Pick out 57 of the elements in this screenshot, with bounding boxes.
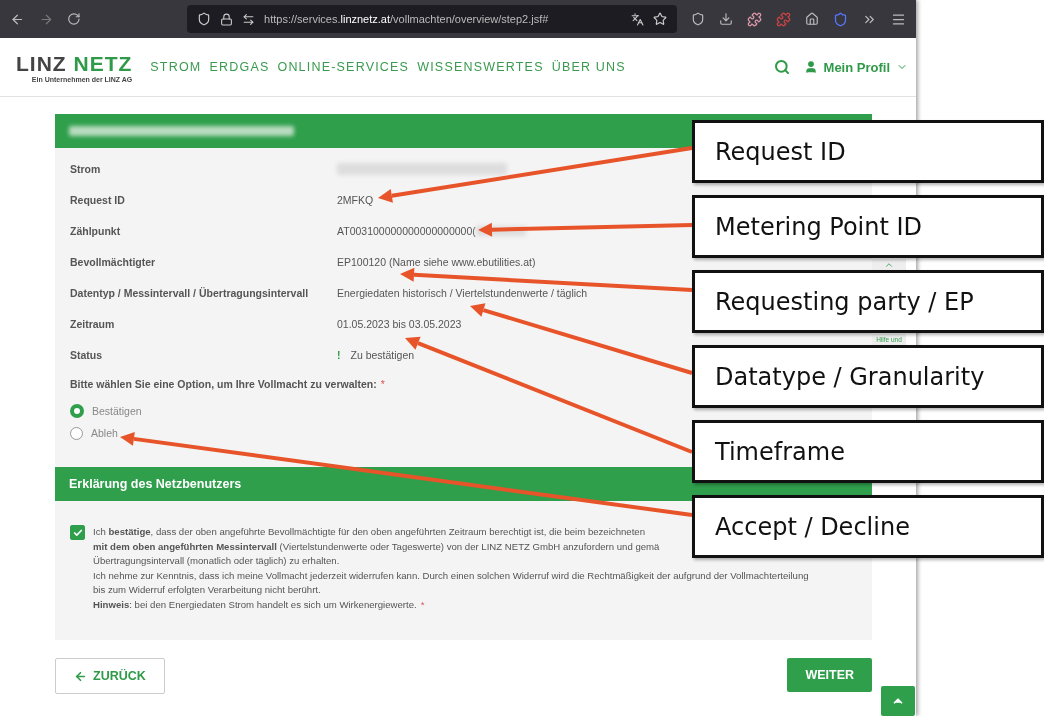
- nav-link[interactable]: ÜBER UNS: [551, 60, 626, 74]
- lock-icon: [220, 12, 234, 26]
- check-icon: [72, 527, 83, 538]
- permissions-icon: [242, 12, 256, 26]
- callout-label: Datatype / Granularity: [692, 345, 1044, 408]
- menu-icon[interactable]: [891, 11, 906, 27]
- row-label: Bevollmächtigter: [70, 255, 157, 268]
- radio-button[interactable]: [70, 426, 83, 440]
- callout-label: Timeframe: [692, 420, 1044, 483]
- url-text: https://services.linznetz.at/vollmachten/overview/step2.jsf#: [264, 13, 550, 25]
- checkbox[interactable]: [70, 525, 85, 540]
- reload-icon[interactable]: [67, 12, 82, 26]
- row-value: AT003100000000000000000(: [337, 224, 476, 237]
- nav-link[interactable]: ONLINE-SERVICES: [277, 60, 410, 74]
- declaration-text: Ich nehme zur Kenntnis, dass ich meine Vollmacht jederzeit widerrufen kann. Durch einen solchen Widerruf wird die Rechtmäßigkeit der aufgrund der Vollmachterteilung: [93, 568, 809, 583]
- logo-text: LINZ NETZ: [16, 51, 133, 76]
- row-label: Request ID: [70, 193, 126, 206]
- declaration-text: Hinweis: bei den Energiedaten Strom handelt es sich um Wirkenergiewerte. *: [93, 597, 425, 612]
- row-value: EP100120 (Name siehe www.ebutilities.at): [337, 255, 537, 268]
- search-icon[interactable]: [773, 59, 790, 75]
- radio-button[interactable]: [70, 404, 84, 418]
- radio-option[interactable]: Bestätigen: [70, 400, 142, 422]
- callout-label: Accept / Decline: [692, 495, 1044, 558]
- row-value: Energiedaten historisch / Viertelstundenwerte / täglich: [337, 286, 589, 299]
- radio-option[interactable]: Ableh: [70, 422, 118, 444]
- row-label: Datentyp / Messintervall / Übertragungsintervall: [70, 286, 310, 299]
- row-label: Zählpunkt: [70, 224, 122, 237]
- row-label: Strom: [70, 162, 102, 175]
- declaration-text: bis zum Widerruf erfolgten Verarbeitung nicht berührt.: [93, 583, 321, 597]
- nav-link[interactable]: STROM: [150, 60, 202, 74]
- card-title: Erklärung des Netzbenutzers: [69, 477, 242, 491]
- status-icon: !: [337, 348, 341, 361]
- row-value: Zu bestätigen: [350, 348, 415, 361]
- row-value: 2MFKQ: [337, 193, 375, 206]
- shield-icon: [197, 12, 212, 26]
- back-button[interactable]: ZURÜCK: [55, 658, 165, 694]
- row-label: Status: [70, 348, 104, 361]
- bookmark-star-icon[interactable]: [653, 12, 667, 26]
- declaration-text: mit dem oben angeführten Messintervall (Viertelstundenwerte oder Tageswerte) von der LINZ NETZ GmbH anzufordern und gemä: [93, 539, 660, 554]
- declaration-text: Ich bestätige, dass der oben angeführte Bevollmächtigte für den oben angeführten Zeitraum berechtigt ist, die beim bezeichneten: [93, 525, 645, 539]
- translate-icon[interactable]: [631, 12, 644, 26]
- home-icon[interactable]: [805, 12, 819, 26]
- address-bar[interactable]: https://services.linznetz.at/vollmachten/overview/step2.jsf#: [187, 5, 677, 33]
- download-icon[interactable]: [719, 12, 733, 26]
- nav-link[interactable]: WISSENSWERTES: [417, 60, 544, 74]
- callout-label: Metering Point ID: [692, 195, 1044, 258]
- user-icon: [803, 60, 818, 74]
- nav-link[interactable]: ERDGAS: [209, 60, 270, 74]
- arrow-left-icon: [74, 669, 87, 683]
- row-label: Zeitraum: [70, 317, 116, 330]
- callout-label: Requesting party / EP: [692, 270, 1044, 333]
- callout-label: Request ID: [692, 120, 1044, 183]
- next-button[interactable]: WEITER: [787, 658, 872, 692]
- declaration-text: Übertragungsintervall (monatlich oder täglich) zu erhalten.: [93, 554, 340, 568]
- row-value: 01.05.2023 bis 03.05.2023: [337, 317, 463, 330]
- question-text: Bitte wählen Sie eine Option, um Ihre Vollmacht zu verwalten: *: [70, 378, 385, 390]
- profile-menu[interactable]: Mein Profil: [803, 59, 908, 75]
